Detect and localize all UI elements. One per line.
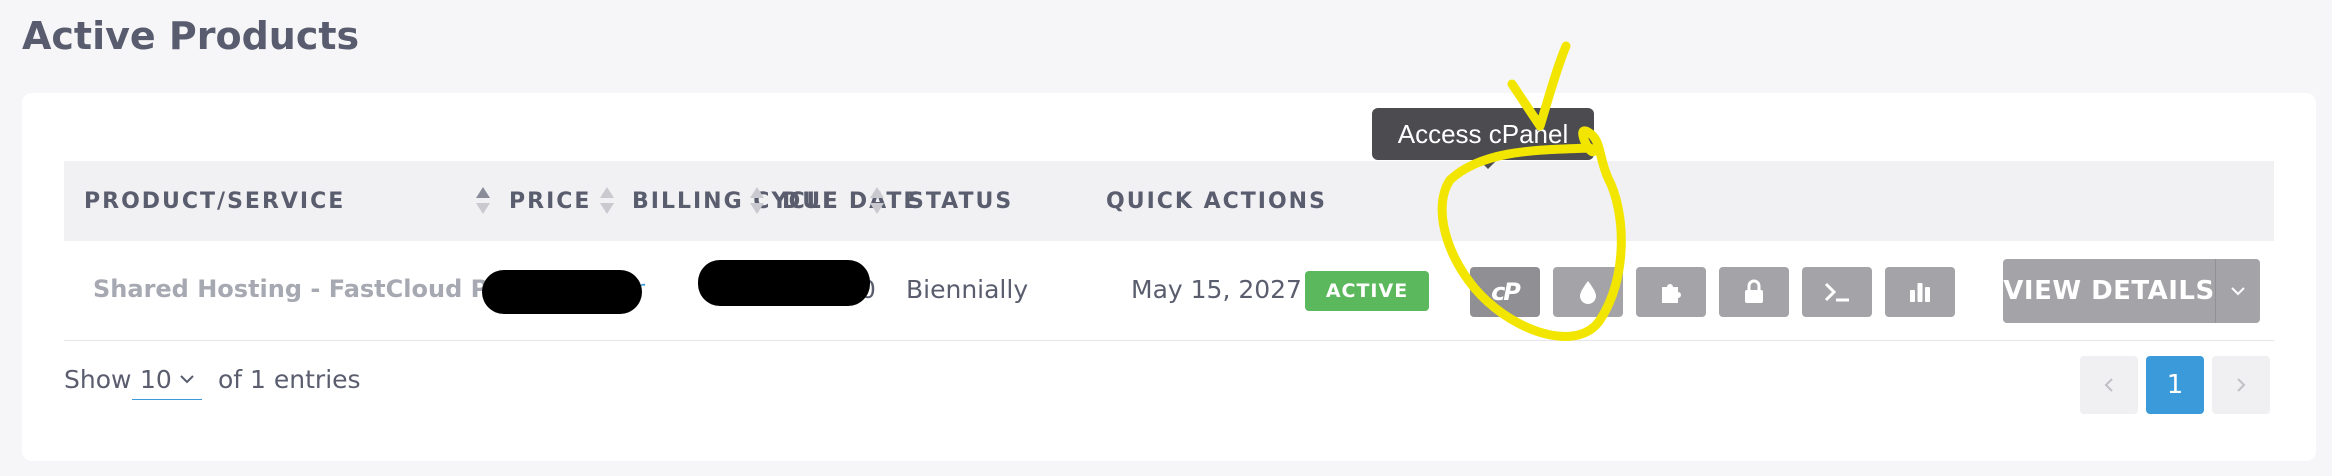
header-due-date[interactable]: DUE DATE bbox=[782, 161, 920, 241]
lock-button[interactable] bbox=[1719, 267, 1789, 317]
chevron-left-icon bbox=[2104, 378, 2113, 392]
show-label: Show bbox=[64, 365, 132, 394]
table-header: PRODUCT/SERVICE PRICE BILLING CYCLE DUE … bbox=[64, 161, 2274, 241]
redaction-mark bbox=[482, 270, 642, 314]
header-product-service[interactable]: PRODUCT/SERVICE bbox=[84, 161, 345, 241]
access-cpanel-button[interactable]: cP bbox=[1470, 267, 1540, 317]
billing-cycle-value: Biennially bbox=[906, 275, 1029, 304]
product-name-link[interactable]: Shared Hosting - FastCloud Plus bbox=[93, 275, 528, 303]
sort-billing-icon[interactable] bbox=[750, 187, 764, 215]
droplet-icon bbox=[1580, 281, 1596, 304]
entries-info: of 1 entries bbox=[218, 365, 361, 394]
chevron-down-icon bbox=[180, 375, 194, 384]
pagination-next-button[interactable] bbox=[2212, 356, 2270, 414]
terminal-icon bbox=[1824, 282, 1849, 302]
access-cpanel-tooltip: Access cPanel bbox=[1372, 108, 1594, 160]
page-title: Active Products bbox=[22, 14, 360, 58]
chevron-down-icon bbox=[2231, 287, 2245, 296]
due-date-value: May 15, 2027 bbox=[1131, 275, 1302, 304]
sort-price-icon[interactable] bbox=[600, 187, 614, 215]
droplet-button[interactable] bbox=[1553, 267, 1623, 317]
bar-chart-icon bbox=[1910, 283, 1930, 302]
tooltip-arrow bbox=[1479, 160, 1497, 169]
sort-product-icon[interactable] bbox=[476, 187, 490, 215]
redaction-mark bbox=[698, 260, 870, 306]
header-status[interactable]: STATUS bbox=[908, 161, 1013, 241]
pagination-prev-button[interactable] bbox=[2080, 356, 2138, 414]
sort-due-date-icon[interactable] bbox=[870, 187, 884, 215]
row-divider bbox=[64, 340, 2274, 341]
view-details-dropdown-toggle[interactable] bbox=[2215, 259, 2260, 323]
terminal-button[interactable] bbox=[1802, 267, 1872, 317]
pagination-page-1[interactable]: 1 bbox=[2146, 356, 2204, 414]
header-price[interactable]: PRICE bbox=[509, 161, 591, 241]
stats-button[interactable] bbox=[1885, 267, 1955, 317]
chevron-right-icon bbox=[2237, 378, 2246, 392]
status-badge: ACTIVE bbox=[1305, 271, 1429, 311]
puzzle-icon bbox=[1662, 284, 1681, 303]
lock-icon bbox=[1745, 279, 1763, 303]
per-page-select[interactable]: 10 bbox=[132, 357, 202, 400]
cpanel-icon: cP bbox=[1491, 278, 1521, 306]
per-page-value: 10 bbox=[140, 365, 172, 394]
addons-button[interactable] bbox=[1636, 267, 1706, 317]
view-details-button[interactable]: VIEW DETAILS bbox=[2003, 259, 2215, 323]
header-quick-actions: QUICK ACTIONS bbox=[1106, 189, 1327, 214]
products-card: PRODUCT/SERVICE PRICE BILLING CYCLE DUE … bbox=[22, 93, 2316, 461]
